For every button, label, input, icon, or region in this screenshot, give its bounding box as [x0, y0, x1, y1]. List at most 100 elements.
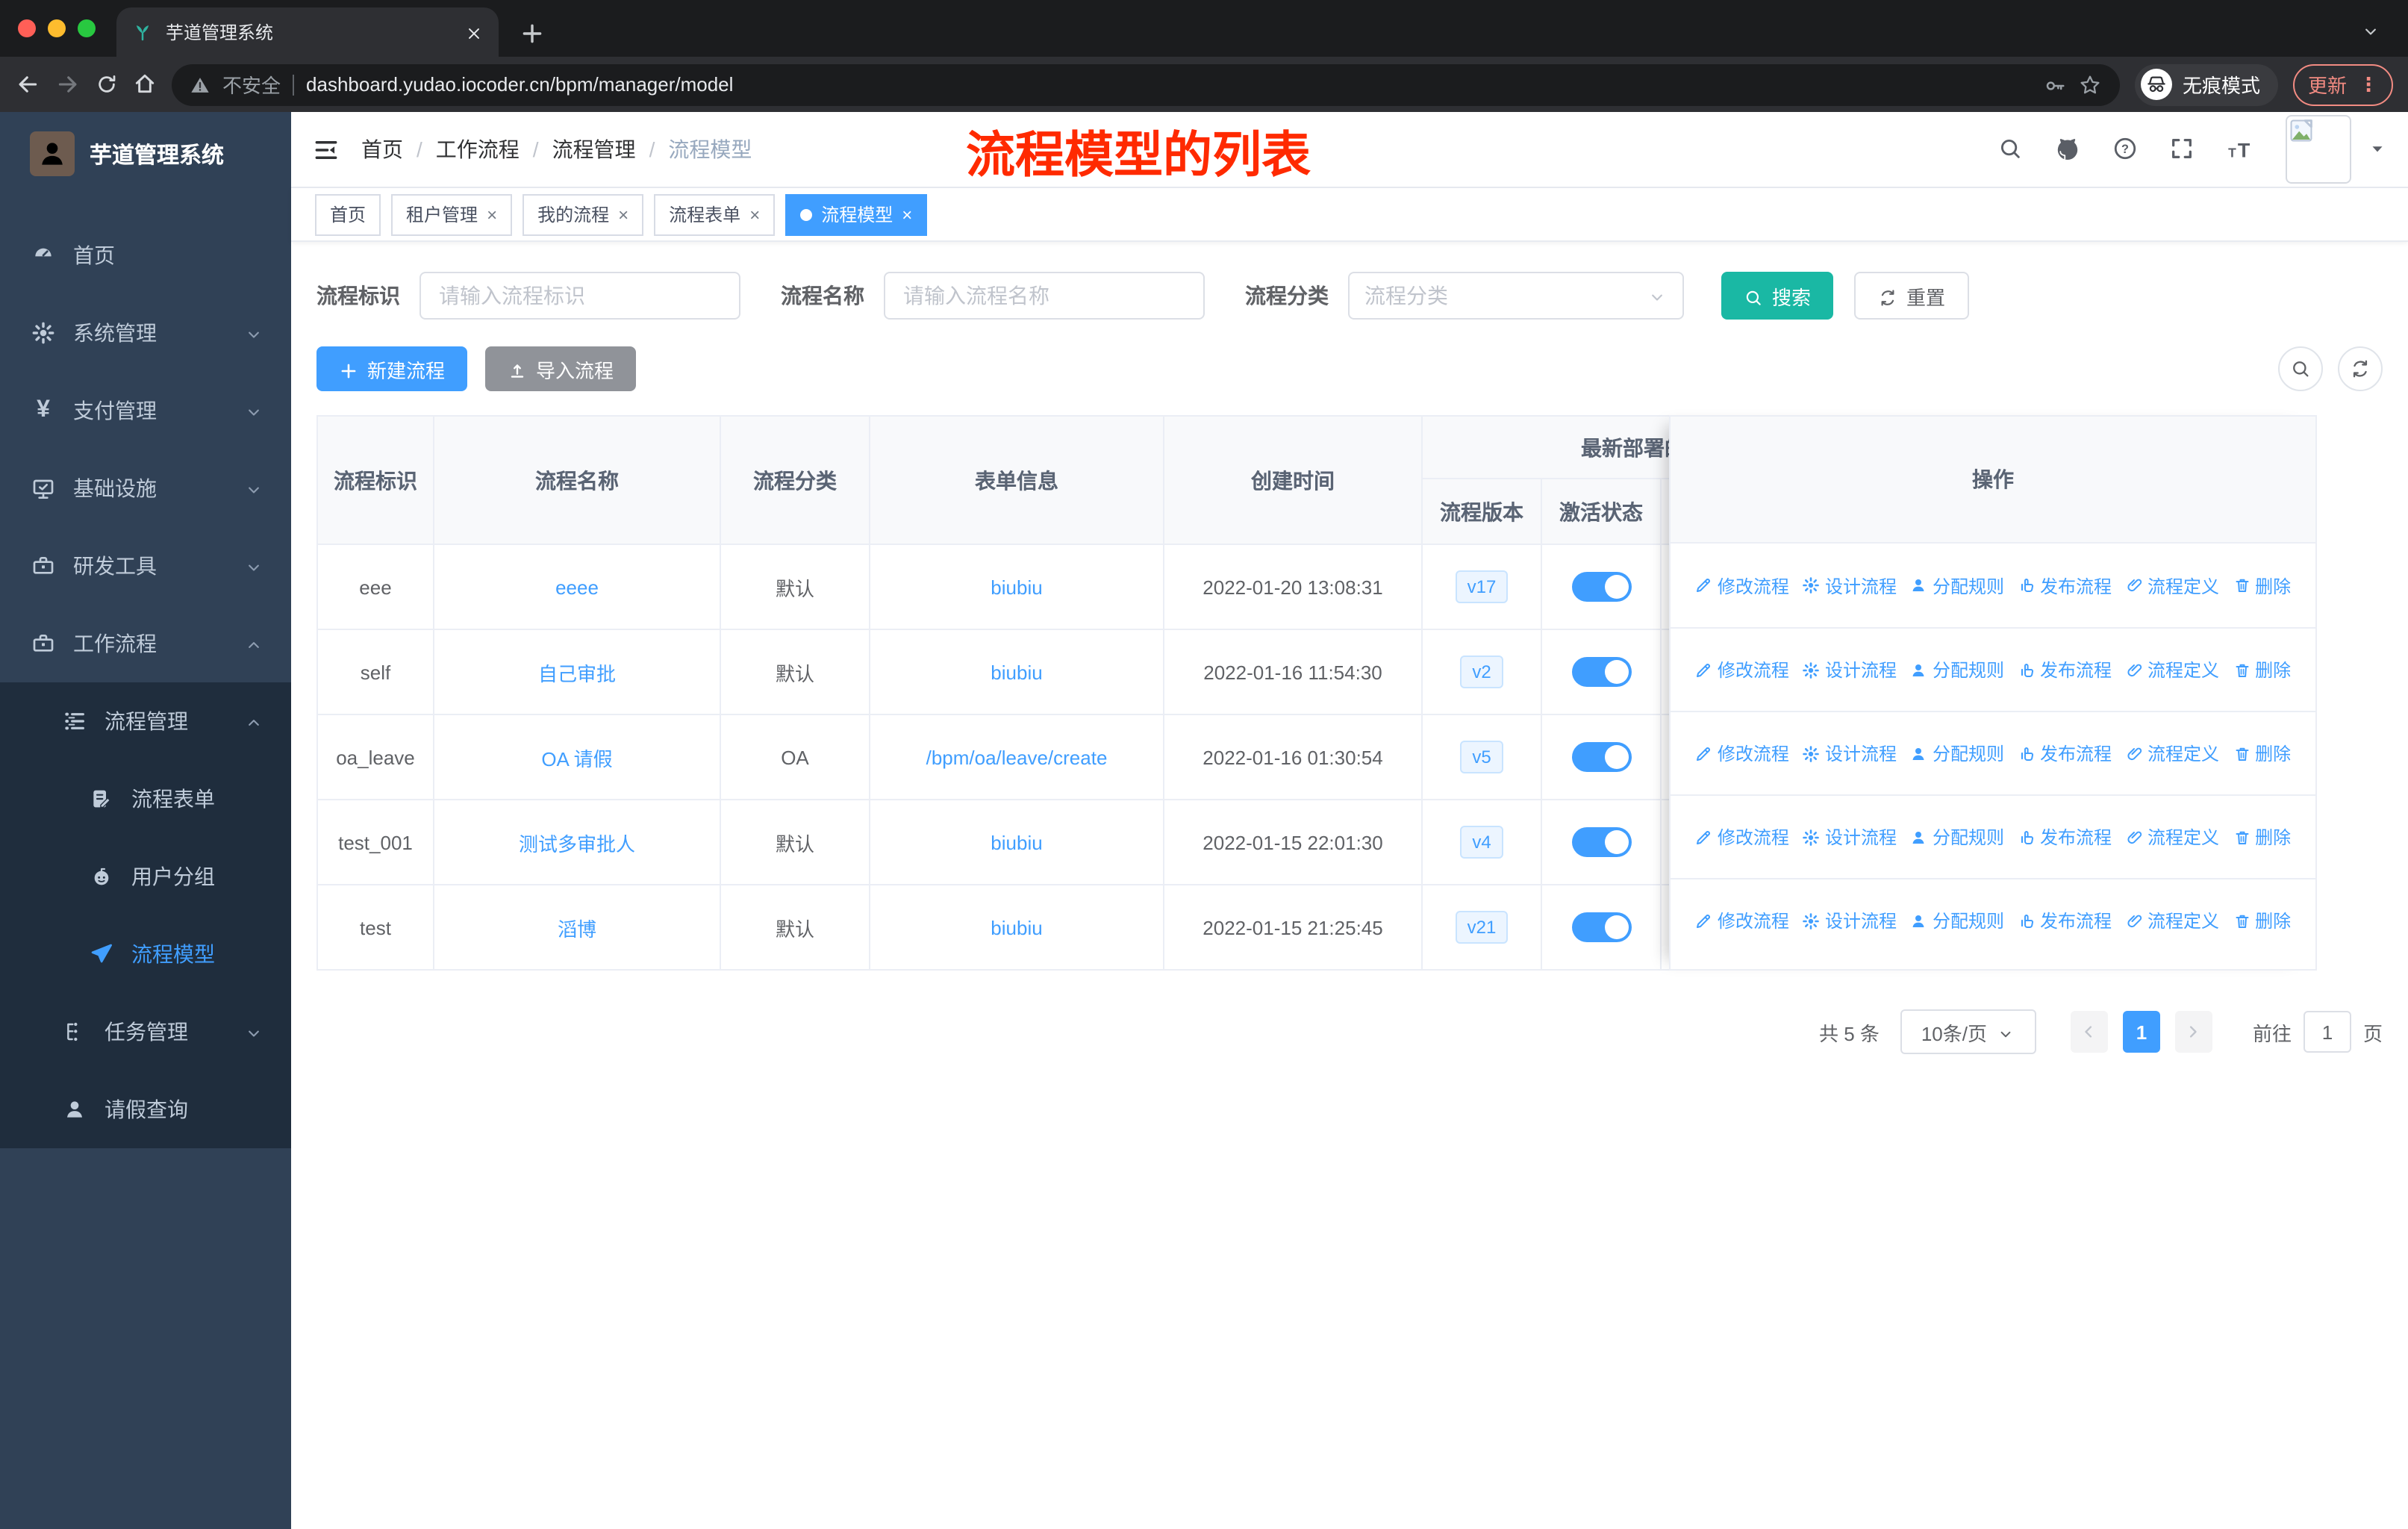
- process-name-input[interactable]: [884, 272, 1205, 320]
- home-button[interactable]: [133, 71, 157, 98]
- delete-action-link[interactable]: 删除: [2233, 741, 2291, 766]
- password-key-icon[interactable]: [2044, 72, 2066, 96]
- active-toggle[interactable]: [1571, 912, 1631, 942]
- create-process-button[interactable]: 新建流程: [316, 346, 468, 391]
- definition-action-link[interactable]: 流程定义: [2125, 657, 2219, 682]
- browser-tab[interactable]: 芋道管理系统: [116, 7, 499, 57]
- form-info-link[interactable]: /bpm/oa/leave/create: [926, 746, 1108, 768]
- delete-action-link[interactable]: 删除: [2233, 824, 2291, 850]
- tag-close-icon[interactable]: ×: [618, 204, 628, 225]
- active-toggle[interactable]: [1571, 742, 1631, 772]
- tabstrip-chevron-icon[interactable]: [2360, 18, 2381, 45]
- sidebar-item-4[interactable]: 研发工具: [0, 527, 291, 605]
- sidebar-item-5[interactable]: 工作流程: [0, 605, 291, 682]
- header-search-icon[interactable]: [1997, 136, 2023, 163]
- sidebar-item-3[interactable]: 基础设施: [0, 449, 291, 527]
- tag-close-icon[interactable]: ×: [487, 204, 497, 225]
- page-size-select[interactable]: 10条/页: [1900, 1009, 2036, 1054]
- tag-首页[interactable]: 首页: [315, 193, 381, 235]
- definition-action-link[interactable]: 流程定义: [2125, 741, 2219, 766]
- avatar-caret-icon[interactable]: [2368, 136, 2387, 163]
- publish-action-link[interactable]: 发布流程: [2018, 573, 2112, 598]
- breadcrumb-item[interactable]: 工作流程: [436, 134, 520, 164]
- back-button[interactable]: [15, 71, 40, 98]
- tag-close-icon[interactable]: ×: [749, 204, 760, 225]
- tag-流程表单[interactable]: 流程表单 ×: [654, 193, 776, 235]
- reload-button[interactable]: [96, 71, 118, 98]
- breadcrumb-item[interactable]: 流程管理: [552, 134, 636, 164]
- definition-action-link[interactable]: 流程定义: [2125, 908, 2219, 933]
- toggle-search-button[interactable]: [2278, 346, 2323, 391]
- edit-action-link[interactable]: 修改流程: [1695, 824, 1789, 850]
- process-name-link[interactable]: eeee: [555, 576, 599, 598]
- process-name-link[interactable]: 测试多审批人: [519, 828, 635, 856]
- breadcrumb-item[interactable]: 首页: [361, 134, 403, 164]
- reset-button[interactable]: 重置: [1854, 272, 1970, 320]
- assign-rule-action-link[interactable]: 分配规则: [1910, 657, 2004, 682]
- browser-menu-icon[interactable]: ⋮: [2359, 72, 2378, 96]
- assign-rule-action-link[interactable]: 分配规则: [1910, 824, 2004, 850]
- browser-update-button[interactable]: 更新 ⋮: [2292, 63, 2393, 105]
- sidebar-item-11[interactable]: 请假查询: [0, 1071, 291, 1148]
- active-toggle[interactable]: [1571, 572, 1631, 602]
- sidebar-item-1[interactable]: 系统管理: [0, 294, 291, 372]
- process-name-link[interactable]: OA 请假: [541, 743, 612, 771]
- edit-action-link[interactable]: 修改流程: [1695, 657, 1789, 682]
- delete-action-link[interactable]: 删除: [2233, 573, 2291, 598]
- bookmark-star-icon[interactable]: [2078, 72, 2102, 96]
- sidebar-item-7[interactable]: 流程表单: [0, 760, 291, 838]
- assign-rule-action-link[interactable]: 分配规则: [1910, 908, 2004, 933]
- version-badge[interactable]: v4: [1460, 826, 1503, 859]
- refresh-table-button[interactable]: [2338, 346, 2383, 391]
- form-info-link[interactable]: biubiu: [991, 916, 1042, 938]
- tag-租户管理[interactable]: 租户管理 ×: [391, 193, 513, 235]
- prev-page-button[interactable]: [2070, 1011, 2108, 1053]
- version-badge[interactable]: v17: [1455, 570, 1509, 603]
- design-action-link[interactable]: 设计流程: [1803, 573, 1897, 598]
- version-badge[interactable]: v2: [1460, 655, 1503, 688]
- sidebar-collapse-button[interactable]: [312, 135, 340, 164]
- search-button[interactable]: 搜索: [1721, 272, 1834, 320]
- version-badge[interactable]: v21: [1455, 911, 1509, 944]
- sidebar-item-2[interactable]: ¥ 支付管理: [0, 372, 291, 449]
- process-name-link[interactable]: 滔博: [558, 913, 596, 941]
- definition-action-link[interactable]: 流程定义: [2125, 573, 2219, 598]
- goto-page-input[interactable]: [2303, 1011, 2351, 1053]
- design-action-link[interactable]: 设计流程: [1803, 657, 1897, 682]
- next-page-button[interactable]: [2174, 1011, 2212, 1053]
- tag-我的流程[interactable]: 我的流程 ×: [523, 193, 644, 235]
- tag-流程模型[interactable]: 流程模型 ×: [785, 193, 928, 235]
- process-category-select[interactable]: 流程分类: [1348, 272, 1684, 320]
- new-tab-button[interactable]: [520, 21, 545, 48]
- design-action-link[interactable]: 设计流程: [1803, 741, 1897, 766]
- window-close-button[interactable]: [18, 19, 36, 37]
- definition-action-link[interactable]: 流程定义: [2125, 824, 2219, 850]
- github-icon[interactable]: [2054, 136, 2081, 163]
- publish-action-link[interactable]: 发布流程: [2018, 824, 2112, 850]
- forward-button[interactable]: [55, 71, 81, 98]
- sidebar-item-10[interactable]: 任务管理: [0, 993, 291, 1071]
- edit-action-link[interactable]: 修改流程: [1695, 908, 1789, 933]
- assign-rule-action-link[interactable]: 分配规则: [1910, 741, 2004, 766]
- sidebar-item-9[interactable]: 流程模型: [0, 915, 291, 993]
- publish-action-link[interactable]: 发布流程: [2018, 908, 2112, 933]
- import-process-button[interactable]: 导入流程: [485, 346, 637, 391]
- form-info-link[interactable]: biubiu: [991, 831, 1042, 853]
- current-page-button[interactable]: 1: [2122, 1011, 2160, 1053]
- tag-close-icon[interactable]: ×: [902, 204, 912, 225]
- sidebar-item-6[interactable]: 流程管理: [0, 682, 291, 760]
- design-action-link[interactable]: 设计流程: [1803, 908, 1897, 933]
- help-icon[interactable]: ?: [2112, 136, 2138, 163]
- sidebar-item-0[interactable]: 首页: [0, 217, 291, 294]
- edit-action-link[interactable]: 修改流程: [1695, 741, 1789, 766]
- font-size-icon[interactable]: TT: [2226, 135, 2254, 164]
- publish-action-link[interactable]: 发布流程: [2018, 657, 2112, 682]
- tab-close-icon[interactable]: [464, 22, 484, 43]
- active-toggle[interactable]: [1571, 657, 1631, 687]
- sidebar-item-8[interactable]: 用户分组: [0, 838, 291, 915]
- user-avatar[interactable]: [2286, 115, 2351, 184]
- process-key-input[interactable]: [419, 272, 740, 320]
- version-badge[interactable]: v5: [1460, 741, 1503, 773]
- form-info-link[interactable]: biubiu: [991, 576, 1042, 598]
- edit-action-link[interactable]: 修改流程: [1695, 573, 1789, 598]
